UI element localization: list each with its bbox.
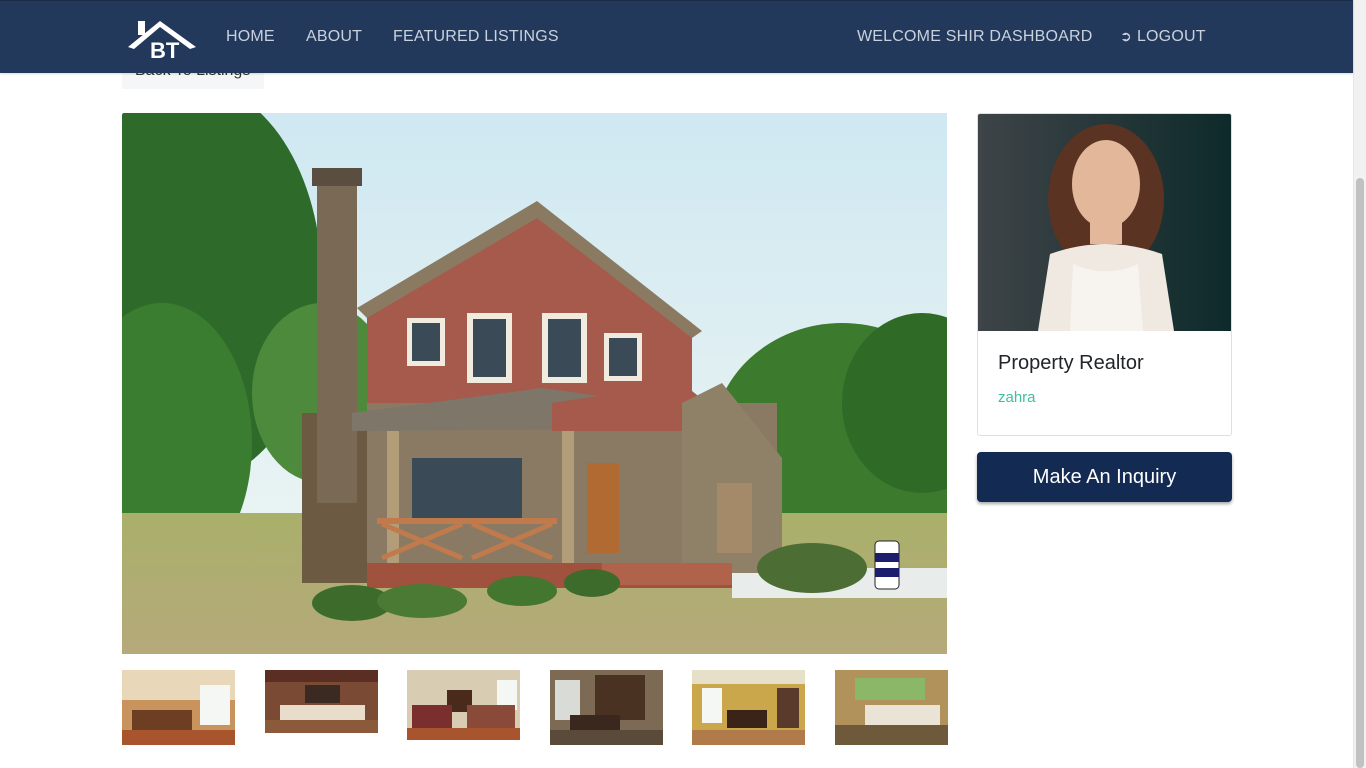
nav-about[interactable]: ABOUT <box>306 28 362 46</box>
thumbnail-family-room[interactable] <box>835 670 948 745</box>
realtor-name-link[interactable]: zahra <box>998 389 1036 406</box>
thumbnail-living-room[interactable] <box>265 670 378 733</box>
logout-label: LOGOUT <box>1136 28 1206 45</box>
nav-featured-listings[interactable]: FEATURED LISTINGS <box>393 28 559 46</box>
realtor-card: Property Realtor zahra <box>977 113 1232 436</box>
scrollbar-thumb[interactable] <box>1356 178 1364 768</box>
thumbnail-dining-room[interactable] <box>550 670 663 745</box>
thumbnail-game-room[interactable] <box>692 670 805 745</box>
page-scrollbar[interactable] <box>1353 0 1366 768</box>
top-navbar: BT HOME ABOUT FEATURED LISTINGS WELCOME … <box>0 0 1353 73</box>
nav-home[interactable]: HOME <box>226 28 275 46</box>
svg-text:BT: BT <box>150 38 180 61</box>
nav-welcome-dashboard[interactable]: WELCOME SHIR DASHBOARD <box>857 28 1093 46</box>
thumbnail-kitchen[interactable] <box>122 670 235 745</box>
sign-out-icon: ➲ <box>1120 28 1132 44</box>
make-inquiry-button[interactable]: Make An Inquiry <box>977 452 1232 502</box>
realtor-photo <box>978 114 1231 331</box>
listing-main-photo <box>122 113 947 654</box>
nav-logout[interactable]: ➲ LOGOUT <box>1120 28 1206 46</box>
brand-logo[interactable]: BT <box>124 15 200 61</box>
realtor-title: Property Realtor <box>998 352 1144 374</box>
thumbnail-fireplace-room[interactable] <box>407 670 520 740</box>
